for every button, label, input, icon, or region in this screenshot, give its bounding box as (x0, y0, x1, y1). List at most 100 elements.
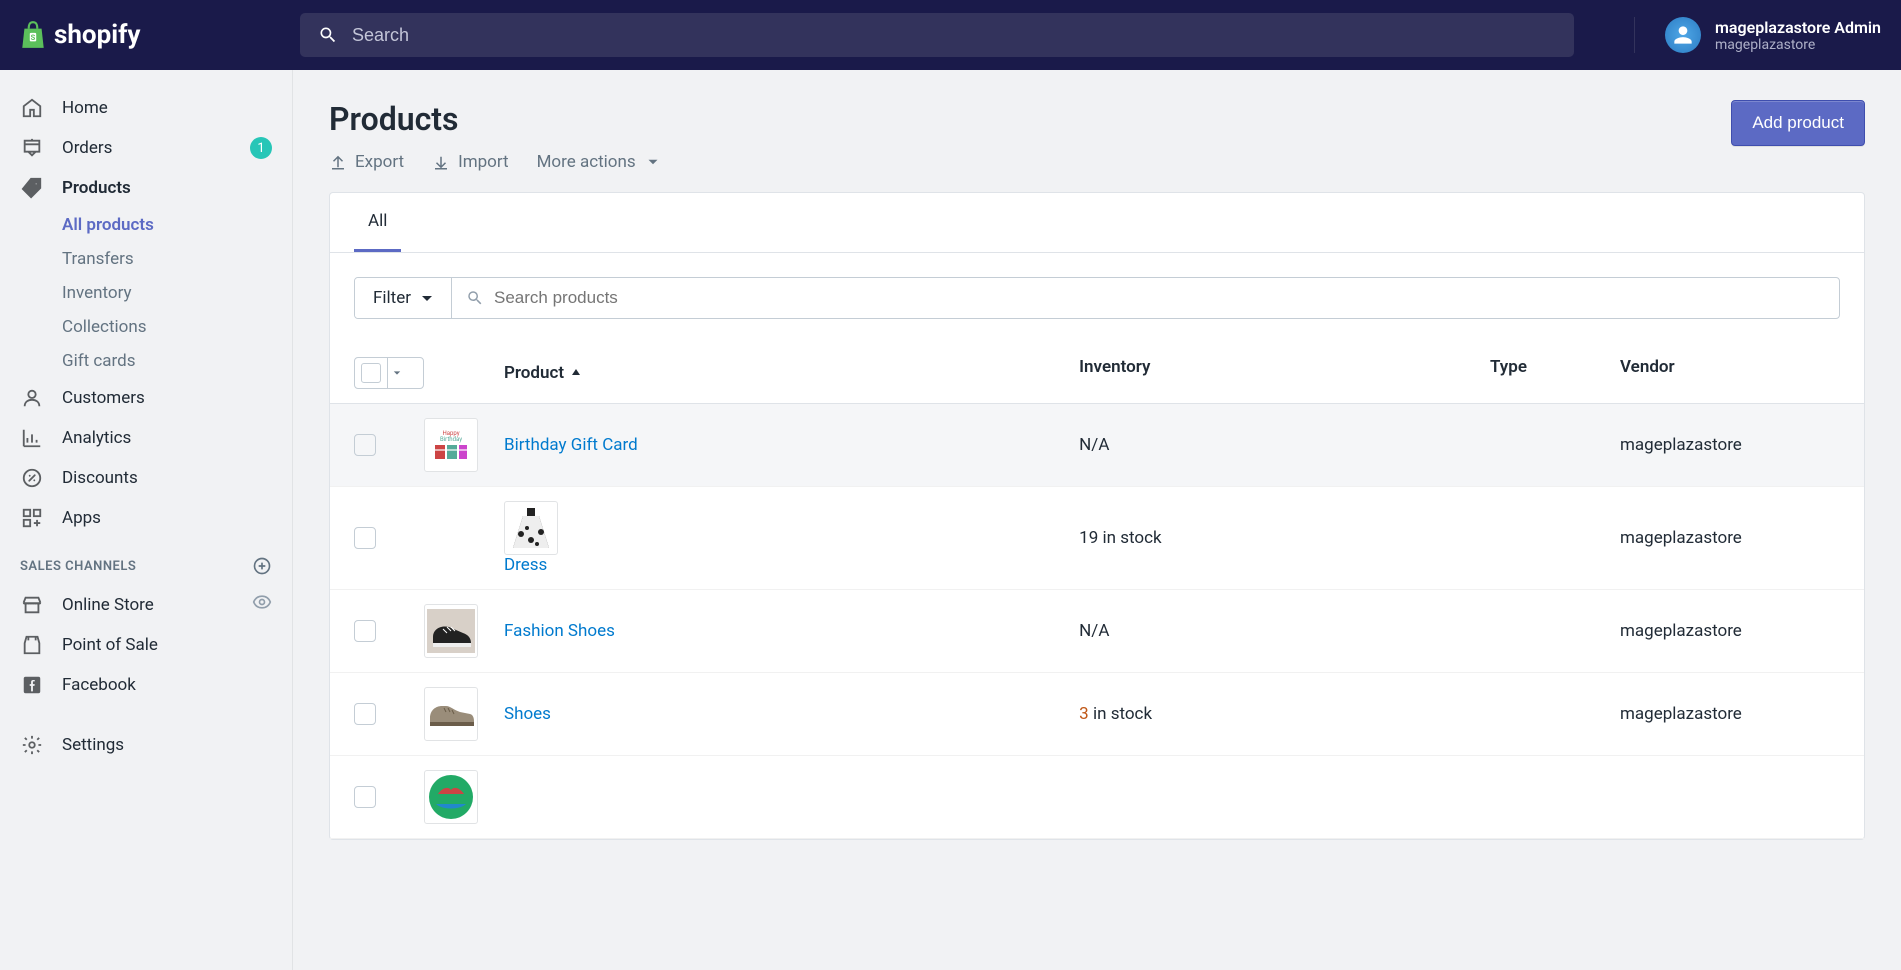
row-checkbox[interactable] (354, 620, 376, 642)
product-thumb (424, 604, 478, 658)
col-inventory[interactable]: Inventory (1079, 357, 1490, 389)
product-thumb (424, 687, 478, 741)
sidebar: Home Orders 1 Products All products Tran… (0, 70, 293, 970)
store-name: mageplazastore (1715, 37, 1881, 53)
cell-inventory: N/A (1079, 435, 1490, 455)
cell-inventory: 3 in stock (1079, 704, 1490, 724)
home-icon (20, 96, 44, 120)
table-body: HappyBirthday Birthday Gift Card N/A mage… (330, 404, 1864, 839)
select-all-dropdown[interactable] (387, 358, 405, 388)
search-icon (318, 25, 338, 45)
products-icon (20, 176, 44, 200)
product-link[interactable]: Dress (504, 555, 547, 575)
orders-badge: 1 (250, 137, 272, 159)
product-thumb: HappyBirthday (424, 418, 478, 472)
orders-icon (20, 136, 44, 160)
product-thumb (504, 501, 558, 555)
svg-text:S: S (31, 33, 36, 42)
page-title: Products (329, 100, 662, 138)
view-store-icon[interactable] (252, 592, 272, 617)
select-all-checkbox[interactable] (361, 363, 381, 383)
table-row[interactable]: Shoes 3 in stock mageplazastore (330, 673, 1864, 756)
cell-inventory: 19 in stock (1079, 528, 1490, 548)
chevron-down-icon (644, 153, 662, 171)
avatar (1665, 17, 1701, 53)
svg-text:Birthday: Birthday (440, 436, 462, 443)
select-all[interactable] (354, 357, 424, 389)
tab-all[interactable]: All (354, 193, 401, 252)
nav-discounts[interactable]: Discounts (0, 458, 292, 498)
search-bar[interactable] (300, 13, 1574, 57)
table-row[interactable]: Dress 19 in stock mageplazastore (330, 487, 1864, 590)
nav-transfers[interactable]: Transfers (0, 242, 292, 276)
export-action[interactable]: Export (329, 152, 404, 172)
apps-icon (20, 506, 44, 530)
row-checkbox[interactable] (354, 434, 376, 456)
nav-section-channels: SALES CHANNELS (0, 538, 292, 584)
import-icon (432, 153, 450, 171)
add-product-button[interactable]: Add product (1731, 100, 1865, 146)
nav-home[interactable]: Home (0, 88, 292, 128)
brand-text: shopify (54, 20, 141, 50)
nav-all-products[interactable]: All products (0, 208, 292, 242)
col-vendor[interactable]: Vendor (1620, 357, 1840, 389)
shopify-bag-icon: S (20, 20, 46, 50)
settings-icon (20, 733, 44, 757)
row-checkbox[interactable] (354, 703, 376, 725)
discounts-icon (20, 466, 44, 490)
sort-asc-icon (570, 367, 582, 379)
search-icon (466, 289, 484, 307)
table-row[interactable]: HappyBirthday Birthday Gift Card N/A mage… (330, 404, 1864, 487)
nav-orders[interactable]: Orders 1 (0, 128, 292, 168)
table-header: Product Inventory Type Vendor (330, 343, 1864, 404)
cell-vendor: mageplazastore (1620, 435, 1840, 455)
export-icon (329, 153, 347, 171)
product-link[interactable]: Birthday Gift Card (504, 435, 638, 455)
nav-products[interactable]: Products (0, 168, 292, 208)
cell-inventory: N/A (1079, 621, 1490, 641)
main-content: Products Export Import More actions (293, 70, 1901, 970)
nav-gift-cards[interactable]: Gift cards (0, 344, 292, 378)
nav-pos[interactable]: Point of Sale (0, 625, 292, 665)
filter-search[interactable] (452, 278, 1839, 318)
more-actions[interactable]: More actions (537, 152, 662, 172)
product-link[interactable]: Shoes (504, 704, 551, 724)
product-thumb (424, 770, 478, 824)
row-checkbox[interactable] (354, 786, 376, 808)
table-row[interactable]: Fashion Shoes N/A mageplazastore (330, 590, 1864, 673)
cell-vendor: mageplazastore (1620, 621, 1840, 641)
store-icon (20, 593, 44, 617)
nav-analytics[interactable]: Analytics (0, 418, 292, 458)
search-input[interactable] (352, 25, 1556, 46)
analytics-icon (20, 426, 44, 450)
product-link[interactable]: Fashion Shoes (504, 621, 615, 641)
nav-inventory[interactable]: Inventory (0, 276, 292, 310)
import-action[interactable]: Import (432, 152, 509, 172)
logo[interactable]: S shopify (20, 20, 300, 50)
table-row[interactable] (330, 756, 1864, 839)
filter-button[interactable]: Filter (355, 278, 452, 318)
tabs: All (330, 193, 1864, 253)
nav-apps[interactable]: Apps (0, 498, 292, 538)
customers-icon (20, 386, 44, 410)
add-channel-icon[interactable] (252, 556, 272, 576)
products-card: All Filter (329, 192, 1865, 840)
chevron-down-icon (421, 292, 433, 304)
nav-online-store[interactable]: Online Store (0, 584, 292, 625)
facebook-icon (20, 673, 44, 697)
col-type[interactable]: Type (1490, 357, 1620, 389)
user-menu[interactable]: mageplazastore Admin mageplazastore (1634, 17, 1881, 53)
product-search-input[interactable] (494, 278, 1825, 318)
cell-vendor: mageplazastore (1620, 528, 1840, 548)
pos-icon (20, 633, 44, 657)
cell-vendor: mageplazastore (1620, 704, 1840, 724)
col-product[interactable]: Product (504, 357, 1079, 389)
user-name: mageplazastore Admin (1715, 18, 1881, 37)
filter-bar: Filter (354, 277, 1840, 319)
nav-settings[interactable]: Settings (0, 725, 292, 765)
top-bar: S shopify mageplazastore Admin mageplaza… (0, 0, 1901, 70)
nav-facebook[interactable]: Facebook (0, 665, 292, 705)
nav-customers[interactable]: Customers (0, 378, 292, 418)
row-checkbox[interactable] (354, 527, 376, 549)
nav-collections[interactable]: Collections (0, 310, 292, 344)
